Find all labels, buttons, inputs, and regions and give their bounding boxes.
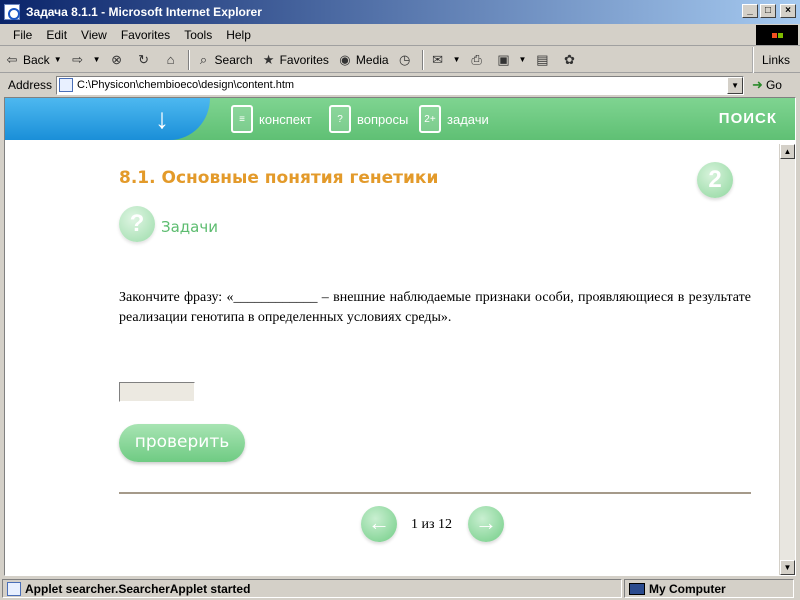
nav-tasks[interactable]: 2+ задачи bbox=[419, 104, 489, 134]
title-bar: Задача 8.1.1 - Microsoft Internet Explor… bbox=[0, 0, 800, 24]
home-button[interactable]: ⌂ bbox=[159, 49, 186, 71]
window-title: Задача 8.1.1 - Microsoft Internet Explor… bbox=[26, 5, 262, 19]
tasks-icon: 2+ bbox=[419, 105, 441, 133]
page-title: 8.1. Основные понятия генетики bbox=[119, 168, 439, 188]
page-icon bbox=[59, 78, 74, 92]
media-label: Media bbox=[355, 52, 389, 67]
favorites-label: Favorites bbox=[279, 52, 329, 67]
history-icon: ◷ bbox=[398, 51, 411, 67]
address-dropdown-button[interactable]: ▼ bbox=[727, 76, 744, 94]
nav-questions[interactable]: ? вопросы bbox=[329, 104, 408, 134]
toolbar: ⇦ Back ▼ ⇨ ▼ ⊗ ↻ ⌂ ⌕ Search ★ Favorites … bbox=[0, 47, 800, 73]
down-arrow-icon[interactable]: ↓ bbox=[147, 105, 177, 133]
stop-button[interactable]: ⊗ bbox=[105, 49, 132, 71]
printer-icon: ⎙ bbox=[471, 51, 482, 67]
go-button[interactable]: ➜ Go bbox=[752, 77, 782, 93]
refresh-button[interactable]: ↻ bbox=[132, 49, 159, 71]
address-label: Address bbox=[8, 78, 53, 92]
ie-icon bbox=[4, 4, 20, 20]
address-bar: Address C:\Physicon\chembioeco\design\co… bbox=[0, 74, 800, 96]
home-icon: ⌂ bbox=[166, 52, 175, 67]
close-button[interactable]: × bbox=[780, 4, 796, 18]
back-button[interactable]: ⇦ Back ▼ bbox=[0, 49, 66, 71]
difficulty-badge: 2 bbox=[697, 162, 733, 198]
links-button[interactable]: Links bbox=[751, 47, 800, 73]
favorites-button[interactable]: ★ Favorites bbox=[257, 49, 333, 71]
status-text-panel: Applet searcher.SearcherApplet started bbox=[2, 579, 622, 598]
stop-icon: ⊗ bbox=[111, 51, 122, 67]
computer-icon bbox=[629, 582, 645, 595]
print-button[interactable]: ⎙ bbox=[465, 49, 492, 71]
dropdown-arrow-icon: ▼ bbox=[518, 55, 527, 64]
toolbar-separator bbox=[421, 49, 424, 70]
messenger-icon: ✿ bbox=[564, 51, 575, 67]
menu-file[interactable]: File bbox=[6, 28, 39, 42]
discuss-button[interactable]: ▤ bbox=[530, 49, 557, 71]
media-button[interactable]: ◉ Media bbox=[333, 49, 393, 71]
answer-input[interactable] bbox=[119, 382, 195, 402]
nav-summary-label: конспект bbox=[259, 111, 312, 127]
mail-icon: ✉ bbox=[432, 51, 444, 67]
minimize-button[interactable]: _ bbox=[742, 4, 758, 18]
menu-view[interactable]: View bbox=[74, 28, 114, 42]
back-label: Back bbox=[23, 52, 50, 67]
divider bbox=[119, 492, 751, 494]
menu-tools[interactable]: Tools bbox=[177, 28, 219, 42]
menu-bar: File Edit View Favorites Tools Help bbox=[0, 24, 800, 46]
messenger-button[interactable]: ✿ bbox=[557, 49, 584, 71]
prev-arrow-icon[interactable]: ← bbox=[361, 506, 397, 542]
search-button[interactable]: ⌕ Search bbox=[192, 49, 257, 71]
header-blue-tab bbox=[5, 98, 210, 140]
nav-tasks-label: задачи bbox=[447, 111, 489, 127]
menu-edit[interactable]: Edit bbox=[39, 28, 74, 42]
history-button[interactable]: ◷ bbox=[393, 49, 420, 71]
refresh-icon: ↻ bbox=[138, 51, 149, 67]
forward-arrow-icon: ⇨ bbox=[72, 51, 84, 67]
section-label: Задачи bbox=[161, 218, 218, 236]
media-icon: ◉ bbox=[339, 51, 351, 67]
nav-questions-label: вопросы bbox=[357, 111, 409, 127]
scroll-down-icon[interactable]: ▼ bbox=[780, 560, 795, 575]
zone-label: My Computer bbox=[649, 581, 726, 596]
notebook-icon: ≡ bbox=[231, 105, 253, 133]
dropdown-arrow-icon: ▼ bbox=[53, 55, 62, 64]
question-mark-icon: ? bbox=[119, 206, 155, 242]
edit-icon: ▣ bbox=[497, 51, 510, 67]
mail-button[interactable]: ✉ ▼ bbox=[426, 49, 465, 71]
go-arrow-icon: ➜ bbox=[752, 77, 763, 92]
edit-button[interactable]: ▣ ▼ bbox=[492, 49, 531, 71]
magnifier-icon: ⌕ bbox=[199, 51, 208, 67]
pager-label: 1 из 12 bbox=[411, 517, 453, 532]
vertical-scrollbar[interactable]: ▲ ▼ bbox=[779, 144, 795, 575]
go-label: Go bbox=[765, 78, 782, 92]
menu-help[interactable]: Help bbox=[219, 28, 258, 42]
page-viewport: ↓ ≡ конспект ? вопросы 2+ задачи ПОИСК 8… bbox=[4, 97, 796, 576]
star-folder-icon: ★ bbox=[262, 51, 275, 67]
status-text: Applet searcher.SearcherApplet started bbox=[25, 581, 251, 596]
nav-summary[interactable]: ≡ конспект bbox=[231, 104, 312, 134]
maximize-button[interactable]: □ bbox=[760, 4, 776, 18]
site-search-link[interactable]: ПОИСК bbox=[719, 110, 777, 127]
back-arrow-icon: ⇦ bbox=[6, 51, 18, 67]
questions-icon: ? bbox=[329, 105, 351, 133]
site-header: ↓ ≡ конспект ? вопросы 2+ задачи ПОИСК bbox=[5, 98, 795, 140]
page-icon bbox=[7, 581, 21, 596]
windows-logo-icon bbox=[756, 25, 798, 45]
menu-favorites[interactable]: Favorites bbox=[114, 28, 177, 42]
search-label: Search bbox=[214, 52, 253, 67]
status-bar: Applet searcher.SearcherApplet started M… bbox=[0, 577, 800, 600]
security-zone-panel: My Computer bbox=[624, 579, 794, 598]
toolbar-separator bbox=[187, 49, 190, 70]
dropdown-arrow-icon: ▼ bbox=[92, 55, 101, 64]
address-input[interactable]: C:\Physicon\chembioeco\design\content.ht… bbox=[56, 75, 745, 95]
dropdown-arrow-icon: ▼ bbox=[452, 55, 461, 64]
check-button[interactable]: проверить bbox=[119, 424, 245, 462]
scroll-up-icon[interactable]: ▲ bbox=[780, 144, 795, 159]
window-controls: _ □ × bbox=[742, 4, 796, 18]
document-icon: ▤ bbox=[536, 51, 549, 67]
address-url: C:\Physicon\chembioeco\design\content.ht… bbox=[77, 79, 295, 91]
question-text: Закончите фразу: «____________ – внешние… bbox=[119, 290, 751, 325]
next-arrow-icon[interactable]: → bbox=[468, 506, 504, 542]
forward-button[interactable]: ⇨ ▼ bbox=[66, 49, 105, 71]
